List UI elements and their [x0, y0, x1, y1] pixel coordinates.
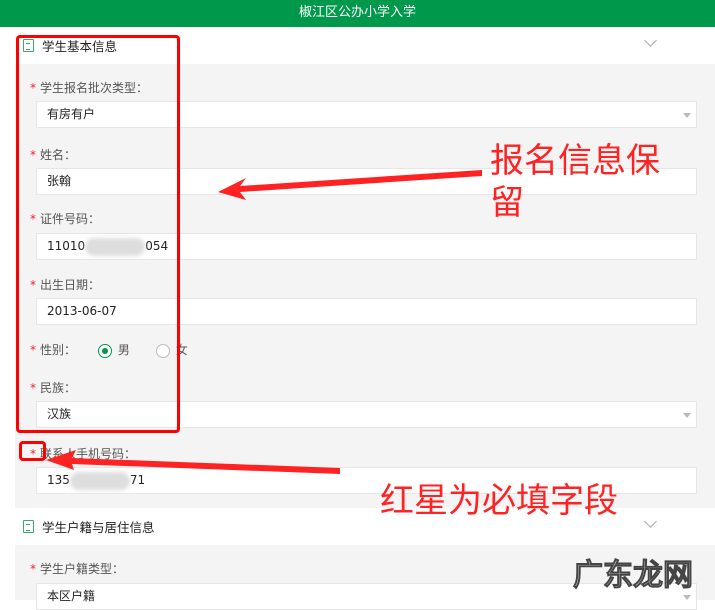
- arrow-required: [46, 450, 340, 474]
- annotation-required-text: 红星为必填字段: [380, 481, 618, 521]
- watermark: 广东龙网: [573, 558, 694, 594]
- annotation-retain-text: 报名信息保留: [490, 141, 660, 223]
- arrow-retain: [218, 170, 482, 200]
